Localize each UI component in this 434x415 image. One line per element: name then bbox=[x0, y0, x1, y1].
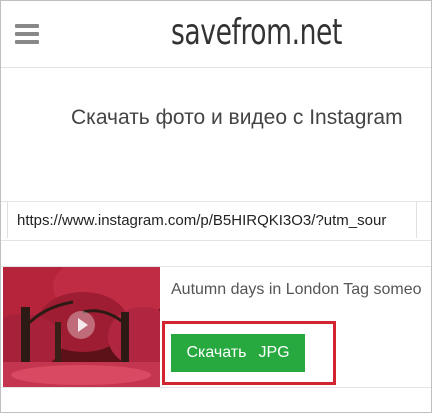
download-button-format: JPG bbox=[258, 344, 290, 361]
site-logo[interactable]: savefrom.net bbox=[171, 13, 342, 53]
main-content: Скачать фото и видео с Instagram https:/… bbox=[1, 68, 431, 412]
video-thumbnail[interactable] bbox=[3, 267, 160, 387]
hamburger-menu-icon[interactable] bbox=[15, 24, 39, 44]
browser-viewport: savefrom.net Скачать фото и видео с Inst… bbox=[0, 0, 432, 413]
url-input-row bbox=[1, 201, 431, 241]
page-title: Скачать фото и видео с Instagram bbox=[71, 106, 403, 129]
result-title: Autumn days in London Tag someo bbox=[171, 281, 422, 298]
url-input[interactable] bbox=[7, 202, 417, 238]
download-button-label: Скачать bbox=[186, 344, 247, 361]
play-icon[interactable] bbox=[67, 311, 95, 339]
download-jpg-button[interactable]: Скачать JPG bbox=[171, 334, 305, 372]
site-header: savefrom.net bbox=[1, 1, 431, 68]
download-result: Autumn days in London Tag someo Скачать … bbox=[1, 266, 431, 388]
